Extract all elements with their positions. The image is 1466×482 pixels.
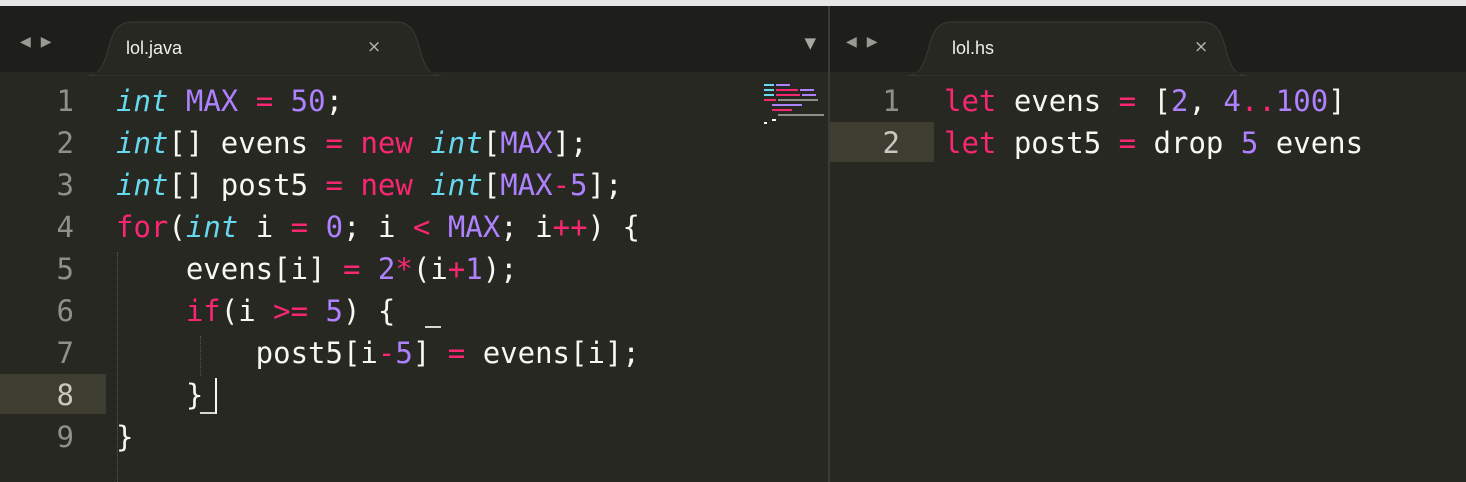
code-line-2: int[] evens = new int[MAX];	[116, 126, 588, 160]
right-editor-pane: ◀▶ lol.hs × 1 2 let evens = [2, 4..100] …	[830, 6, 1466, 482]
editor-window: ◀▶ lol.java × ▼ 1 2 3 4 5 6 7 8 9 int MA…	[0, 0, 1466, 482]
tab-title: lol.java	[126, 38, 183, 58]
code-line-8: }	[116, 378, 204, 412]
text-cursor	[215, 378, 217, 414]
bracket-match-marker	[425, 326, 441, 328]
line-number: 7	[56, 336, 74, 370]
line-number: 5	[56, 252, 74, 286]
bracket-match-marker	[200, 412, 216, 414]
left-tab-nav[interactable]: ◀▶	[20, 34, 62, 50]
tab-title: lol.hs	[952, 38, 995, 58]
minimap[interactable]	[764, 84, 828, 124]
line-number: 1	[56, 84, 74, 118]
close-icon[interactable]: ×	[1194, 37, 1208, 57]
left-tab-bar: ◀▶ lol.java × ▼	[0, 6, 828, 76]
right-tab-bar: ◀▶ lol.hs ×	[830, 6, 1466, 76]
line-number: 6	[56, 294, 74, 328]
code-line-4: for(int i = 0; i < MAX; i++) {	[116, 210, 640, 244]
line-number: 2	[56, 126, 74, 160]
code-line-2: let post5 = drop 5 evens	[944, 126, 1364, 160]
close-icon[interactable]: ×	[367, 37, 381, 57]
nav-back-icon[interactable]: ◀	[846, 34, 867, 50]
line-number: 3	[56, 168, 74, 202]
line-number: 1	[882, 84, 900, 118]
java-editor[interactable]: 1 2 3 4 5 6 7 8 9 int MAX = 50; int[] ev…	[0, 76, 828, 482]
nav-forward-icon[interactable]: ▶	[867, 34, 888, 50]
tab-dropdown-icon[interactable]: ▼	[804, 34, 816, 52]
tab-lol-java[interactable]: lol.java ×	[86, 20, 442, 76]
code-line-1: let evens = [2, 4..100]	[944, 84, 1346, 118]
nav-back-icon[interactable]: ◀	[20, 34, 41, 50]
right-tab-nav[interactable]: ◀▶	[846, 34, 888, 50]
line-number: 4	[56, 210, 74, 244]
code-line-1: int MAX = 50;	[116, 84, 344, 118]
nav-forward-icon[interactable]: ▶	[41, 34, 62, 50]
line-number: 2	[882, 126, 900, 160]
tab-lol-hs[interactable]: lol.hs ×	[906, 20, 1248, 76]
code-line-7: post5[i-5] = evens[i];	[116, 336, 640, 370]
code-line-9: }	[116, 420, 134, 454]
line-number: 8	[56, 378, 74, 412]
code-line-3: int[] post5 = new int[MAX-5];	[116, 168, 623, 202]
code-line-5: evens[i] = 2*(i+1);	[116, 252, 518, 286]
line-number: 9	[56, 420, 74, 454]
left-editor-pane: ◀▶ lol.java × ▼ 1 2 3 4 5 6 7 8 9 int MA…	[0, 6, 828, 482]
code-line-6: if(i >= 5) {	[185, 294, 396, 328]
haskell-editor[interactable]: 1 2 let evens = [2, 4..100] let post5 = …	[830, 76, 1466, 482]
